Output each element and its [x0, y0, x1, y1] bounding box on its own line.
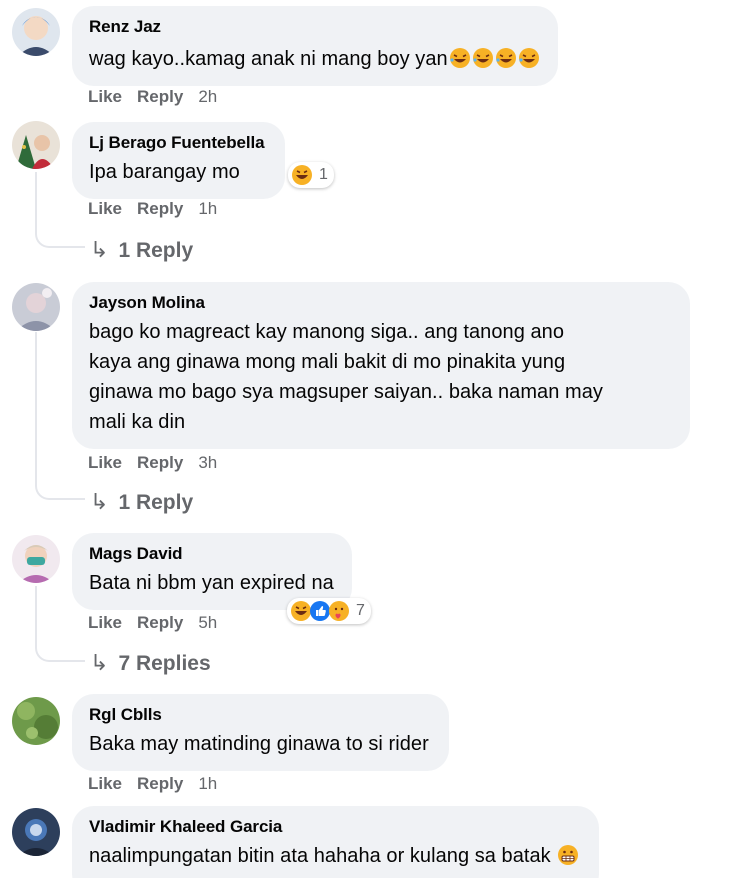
reply-button[interactable]: Reply — [137, 87, 183, 106]
grimace-emoji-icon — [558, 845, 579, 865]
care-reaction-icon — [329, 601, 349, 621]
comment-timestamp[interactable]: 3h — [198, 453, 217, 472]
like-button[interactable]: Like — [88, 613, 122, 632]
comment-actions: Like Reply 1h — [88, 773, 217, 795]
comment-actions: Like Reply 3h — [88, 452, 217, 474]
like-button[interactable]: Like — [88, 453, 122, 472]
avatar[interactable] — [12, 283, 60, 331]
comment-bubble: Lj Berago Fuentebella Ipa barangay mo — [72, 122, 285, 199]
comment-bubble: Jayson Molina bago ko magreact kay manon… — [72, 282, 690, 449]
comment-bubble: Rgl Cblls Baka may matinding ginawa to s… — [72, 694, 449, 771]
comment-text: wag kayo..kamag anak ni mang boy yan — [89, 44, 540, 74]
reply-button[interactable]: Reply — [137, 774, 183, 793]
comment-author[interactable]: Lj Berago Fuentebella — [89, 132, 265, 154]
view-replies-link[interactable]: ↳ 1 Reply — [90, 237, 193, 264]
reaction-count: 1 — [319, 166, 328, 183]
reply-arrow-icon: ↳ — [90, 650, 109, 675]
comment-text: naalimpungatan bitin ata hahaha or kulan… — [89, 841, 579, 871]
comment-text: Ipa barangay mo — [89, 161, 240, 183]
comment-text: bago ko magreact kay manong siga.. ang t… — [89, 321, 603, 433]
comment-timestamp[interactable]: 2h — [198, 87, 217, 106]
comment-author[interactable]: Renz Jaz — [89, 16, 540, 38]
reply-button[interactable]: Reply — [137, 199, 183, 218]
avatar[interactable] — [12, 697, 60, 745]
like-button[interactable]: Like — [88, 199, 122, 218]
reply-arrow-icon: ↳ — [90, 489, 109, 514]
avatar[interactable] — [12, 808, 60, 856]
comment-bubble: Vladimir Khaleed Garcia naalimpungatan b… — [72, 806, 600, 878]
comment-author[interactable]: Mags David — [89, 543, 334, 565]
view-replies-link[interactable]: ↳ 7 Replies — [90, 650, 211, 677]
reply-button[interactable]: Reply — [137, 453, 183, 472]
reply-arrow-icon: ↳ — [90, 237, 109, 262]
comment-text: Bata ni bbm yan expired na — [89, 572, 334, 594]
comment-timestamp[interactable]: 1h — [198, 774, 217, 793]
reaction-summary[interactable]: 1 — [288, 162, 334, 188]
avatar[interactable] — [12, 121, 60, 169]
like-button[interactable]: Like — [88, 87, 122, 106]
rolling-laugh-emoji-icon — [495, 48, 516, 68]
comment-actions: Like Reply 1h — [88, 198, 217, 220]
comment-actions: Like Reply 5h — [88, 612, 217, 634]
rolling-laugh-emoji-icon — [472, 48, 493, 68]
comment-author[interactable]: Rgl Cblls — [89, 704, 429, 726]
avatar[interactable] — [12, 8, 60, 56]
comment-text: Baka may matinding ginawa to si rider — [89, 733, 429, 755]
reaction-count: 7 — [356, 602, 365, 619]
view-replies-link[interactable]: ↳ 1 Reply — [90, 489, 193, 516]
comment-author[interactable]: Vladimir Khaleed Garcia — [89, 816, 579, 838]
avatar[interactable] — [12, 535, 60, 583]
comment-actions: Like Reply 2h — [88, 86, 217, 108]
comment-author[interactable]: Jayson Molina — [89, 292, 672, 314]
reply-button[interactable]: Reply — [137, 613, 183, 632]
rolling-laugh-emoji-icon — [518, 48, 539, 68]
comment-timestamp[interactable]: 1h — [198, 199, 217, 218]
comment-bubble: Renz Jaz wag kayo..kamag anak ni mang bo… — [72, 6, 558, 86]
like-button[interactable]: Like — [88, 774, 122, 793]
comment-timestamp[interactable]: 5h — [198, 613, 217, 632]
rolling-laugh-emoji-icon — [449, 48, 470, 68]
haha-reaction-icon — [292, 165, 312, 185]
reaction-summary[interactable]: 7 — [287, 598, 371, 624]
